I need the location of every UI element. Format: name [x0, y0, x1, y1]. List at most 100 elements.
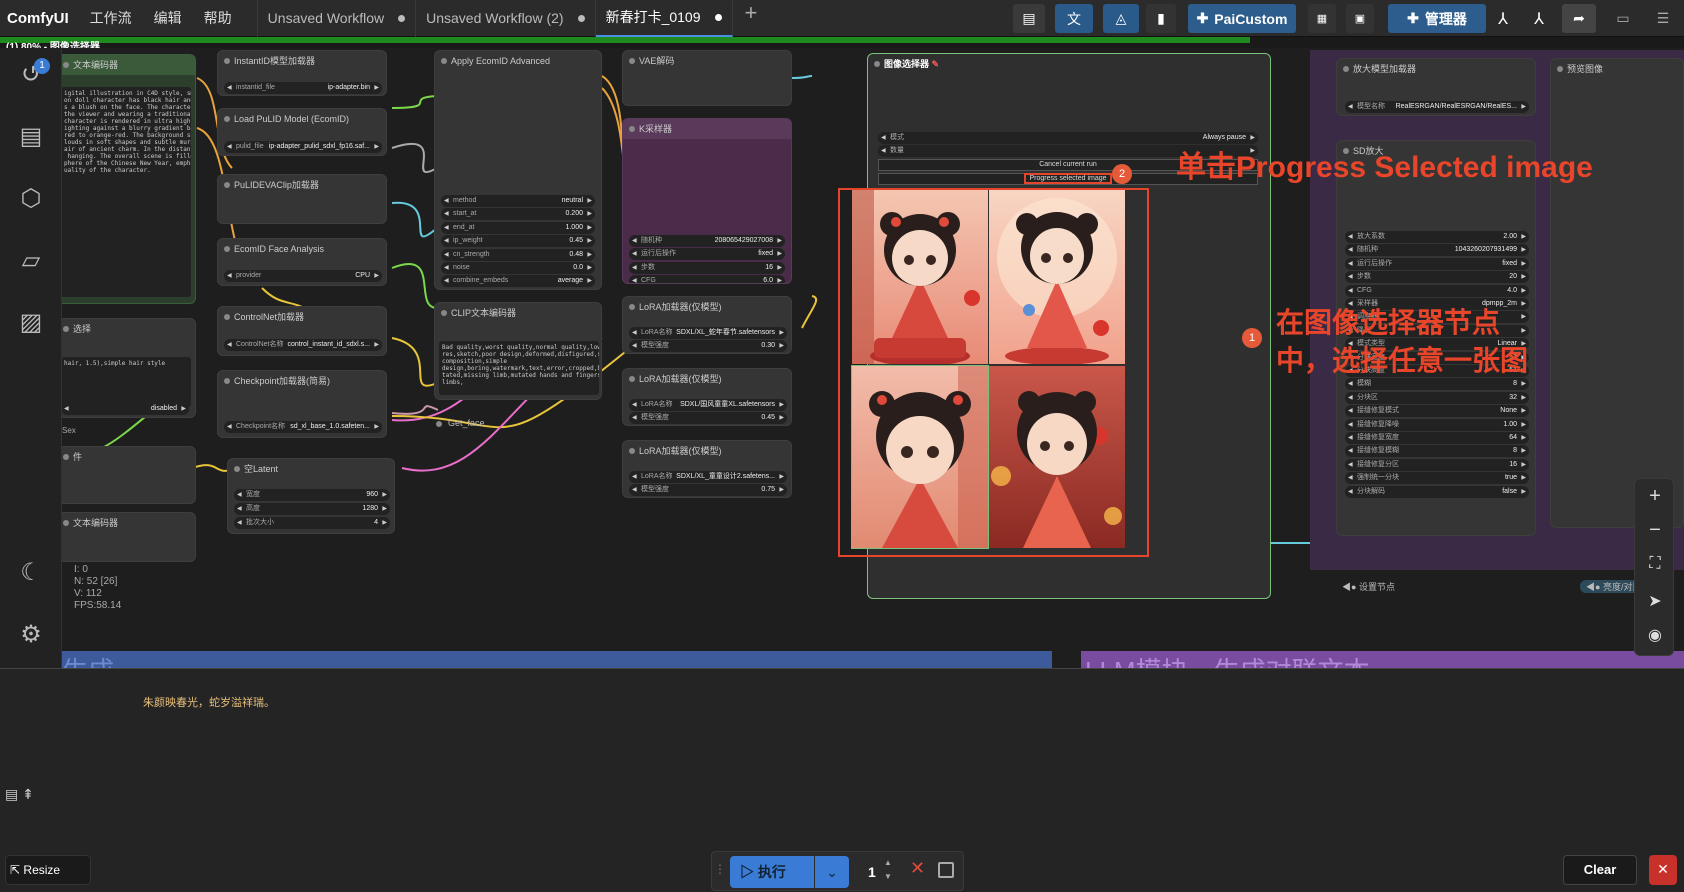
tab-unsaved-workflow-2[interactable]: Unsaved Workflow (2): [416, 0, 596, 37]
widget-row[interactable]: start_at 0.200: [441, 208, 595, 221]
prompt-textarea[interactable]: igital illustration in C4D style, small …: [62, 87, 191, 297]
lora3-strength[interactable]: 模型强度 0.75: [629, 484, 787, 496]
node-text-encoder[interactable]: 文本编码器 igital illustration in C4D style, …: [62, 54, 196, 304]
notes-icon[interactable]: ▤: [1013, 4, 1045, 33]
widget-row[interactable]: combine_embeds average: [441, 275, 595, 288]
widget-row[interactable]: 分块解码 false: [1345, 485, 1529, 498]
node-select-left[interactable]: 选择 hair, 1.5),simple hair style disabled: [62, 318, 196, 418]
widget-row[interactable]: CFG 6.0: [629, 275, 785, 283]
node-vae-decode[interactable]: VAE解码: [622, 50, 792, 106]
tab-new-year-checkin[interactable]: 新春打卡_0109: [595, 0, 733, 37]
node-controlnet-loader[interactable]: ControlNet加载器 ControlNet名称control_instan…: [217, 306, 387, 356]
batch-size-input[interactable]: 批次大小 4: [234, 517, 390, 529]
widget-row[interactable]: 步数 20: [1345, 271, 1529, 284]
widget-row[interactable]: 接缝修复模式 None: [1345, 405, 1529, 418]
lora1-strength[interactable]: 模型强度 0.30: [629, 340, 787, 352]
negative-prompt-textarea[interactable]: Bad quality,worst quality,normal quality…: [439, 341, 599, 395]
widget-row[interactable]: noise 0.0: [441, 262, 595, 274]
group-llm-bar[interactable]: LLM模块，生成对联文本: [1081, 651, 1684, 668]
theme-moon-icon[interactable]: ☾: [16, 558, 46, 588]
widget-row[interactable]: cn_strength 0.48: [441, 248, 595, 261]
widget-row[interactable]: 接缝修复分区 16: [1345, 458, 1529, 471]
lora1-name-select[interactable]: LoRA名称SDXL/XL_蛇年春节.safetensors: [629, 327, 787, 339]
unsaved-dot-icon[interactable]: [577, 14, 585, 22]
group-generate-bar[interactable]: 生成: [62, 651, 1052, 668]
node-lora-1[interactable]: LoRA加载器(仅模型) LoRA名称SDXL/XL_蛇年春节.safetens…: [622, 296, 792, 354]
widget-row[interactable]: 接缝修复模糊 8: [1345, 445, 1529, 458]
upscale-model-select[interactable]: 模型名称 RealESRGAN/RealESRGAN/RealES...: [1345, 101, 1529, 113]
queue-list-icon[interactable]: ▤: [16, 122, 46, 152]
hamburger-menu-icon[interactable]: ☰: [1648, 4, 1678, 33]
height-input[interactable]: 高度 1280: [234, 503, 390, 515]
node-canvas[interactable]: 文本编码器 igital illustration in C4D style, …: [62, 48, 1684, 668]
node-empty-latent[interactable]: 空Latent 宽度 960 高度 1280 批次大小 4: [227, 458, 395, 534]
node-ksampler[interactable]: K采样器 随机种 208065429027008 运行后操作 fixed 步数 16 CFG…: [622, 118, 792, 284]
run-queue-button[interactable]: ▷ 执行: [730, 856, 814, 888]
panel-toggle-icon[interactable]: ▭: [1608, 4, 1638, 33]
lora3-name-select[interactable]: LoRA名称SDXL/XL_童童设计2.safetens...: [629, 471, 787, 483]
clear-feed-button[interactable]: Clear: [1563, 855, 1637, 885]
share-alt-icon[interactable]: ⅄: [1524, 4, 1554, 33]
share-icon[interactable]: ⅄: [1488, 4, 1518, 33]
menu-workflow[interactable]: 工作流: [79, 8, 143, 28]
save-disk-icon[interactable]: ▣: [1346, 4, 1374, 33]
pulid-file-select[interactable]: pulid_file ip-adapter_pulid_sdxl_fp16.saf…: [224, 141, 382, 153]
widget-row[interactable]: 随机种 208065429027008: [629, 235, 785, 247]
set-node[interactable]: ◀● 设置节点: [1342, 580, 1395, 593]
node-lora-2[interactable]: LoRA加载器(仅模型) LoRA名称 SDXL/国风童童XL.safetenso…: [622, 368, 792, 426]
palette-icon[interactable]: ▦: [1308, 4, 1336, 33]
drag-handle-icon[interactable]: ⋮: [714, 862, 726, 876]
widget-row[interactable]: 强制统一分块 true: [1345, 472, 1529, 485]
widget-row[interactable]: 运行后操作 fixed: [629, 248, 785, 261]
tab-unsaved-workflow[interactable]: Unsaved Workflow: [258, 0, 417, 37]
run-mode-dropdown-icon[interactable]: ⌄: [815, 856, 849, 888]
hair-textarea[interactable]: hair, 1.5),simple hair style: [62, 357, 191, 407]
fit-view-icon[interactable]: ⛶: [1635, 555, 1675, 573]
crystools-icon[interactable]: ◬: [1103, 4, 1139, 33]
batch-stepper[interactable]: ▲ ▼: [884, 856, 892, 884]
node-text-encoder-2[interactable]: 文本编码器: [62, 512, 196, 562]
menu-help[interactable]: 帮助: [193, 8, 243, 28]
lora2-strength[interactable]: 模型强度 0.45: [629, 412, 787, 424]
settings-gear-icon[interactable]: ⚙: [16, 620, 46, 650]
resize-feed-button[interactable]: ⇱ Resize Feed: [5, 855, 91, 892]
translate-icon[interactable]: 文: [1055, 4, 1093, 33]
add-tab-icon[interactable]: +: [733, 0, 770, 37]
node-face-analysis[interactable]: EcomID Face Analysis provider CPU: [217, 238, 387, 286]
zoom-in-icon[interactable]: +: [1635, 485, 1675, 508]
checkpoint-select[interactable]: Checkpoint名称 sd_xl_base_1.0.safeten...: [224, 421, 382, 433]
cancel-run-icon[interactable]: ✕: [910, 858, 925, 879]
widget-row[interactable]: CFG 4.0: [1345, 284, 1529, 297]
export-arrow-icon[interactable]: ➦: [1562, 4, 1596, 33]
paicustom-button[interactable]: ✚ PaiCustom: [1188, 4, 1296, 33]
widget-row[interactable]: 接缝修复宽度 64: [1345, 432, 1529, 444]
document-icon[interactable]: ▤: [5, 786, 18, 802]
widget-row[interactable]: end_at 1.000: [441, 221, 595, 234]
widget-row[interactable]: 放大系数 2.00: [1345, 231, 1529, 243]
app-logo[interactable]: ComfyUI: [0, 10, 79, 27]
node-preview-image[interactable]: 预览图像: [1550, 58, 1684, 528]
node-pulid-loader[interactable]: Load PuLID Model (EcomID) pulid_file ip-a…: [217, 108, 387, 156]
widget-row[interactable]: method neutral: [441, 195, 595, 207]
manager-button[interactable]: ✚ 管理器: [1388, 4, 1486, 33]
widget-row[interactable]: 接缝修复降噪 1.00: [1345, 418, 1529, 431]
widget-row[interactable]: 分块区 32: [1345, 391, 1529, 404]
widget-row[interactable]: 模糊 8: [1345, 378, 1529, 391]
widget-row[interactable]: 运行后操作 fixed: [1345, 257, 1529, 270]
node-instantid-loader[interactable]: InstantID模型加载器 instantid_file ip-adapter.…: [217, 50, 387, 96]
widget-row[interactable]: 步数 16: [629, 261, 785, 274]
provider-select[interactable]: provider CPU: [224, 270, 382, 282]
close-feed-icon[interactable]: ✕: [1649, 855, 1677, 885]
node-apply-ecomid[interactable]: Apply EcomID Advanced method neutral start…: [434, 50, 602, 290]
toggle-links-eye-icon[interactable]: ◉: [1635, 625, 1675, 645]
node-pulideva-loader[interactable]: PuLIDEVAClip加载器: [217, 174, 387, 224]
model-cube-icon[interactable]: ⬡: [16, 184, 46, 214]
unsaved-dot-icon[interactable]: [398, 14, 406, 22]
node-upscale-model-loader[interactable]: 放大模型加载器 模型名称 RealESRGAN/RealESRGAN/RealES…: [1336, 58, 1536, 116]
get-face-node[interactable]: Get_face: [434, 418, 485, 428]
clear-queue-icon[interactable]: [938, 862, 954, 878]
folder-icon[interactable]: ▱: [16, 246, 46, 276]
batch-count-input[interactable]: 1: [858, 858, 898, 886]
lora2-name-select[interactable]: LoRA名称 SDXL/国风童童XL.safetensors: [629, 399, 787, 411]
width-input[interactable]: 宽度 960: [234, 489, 390, 501]
